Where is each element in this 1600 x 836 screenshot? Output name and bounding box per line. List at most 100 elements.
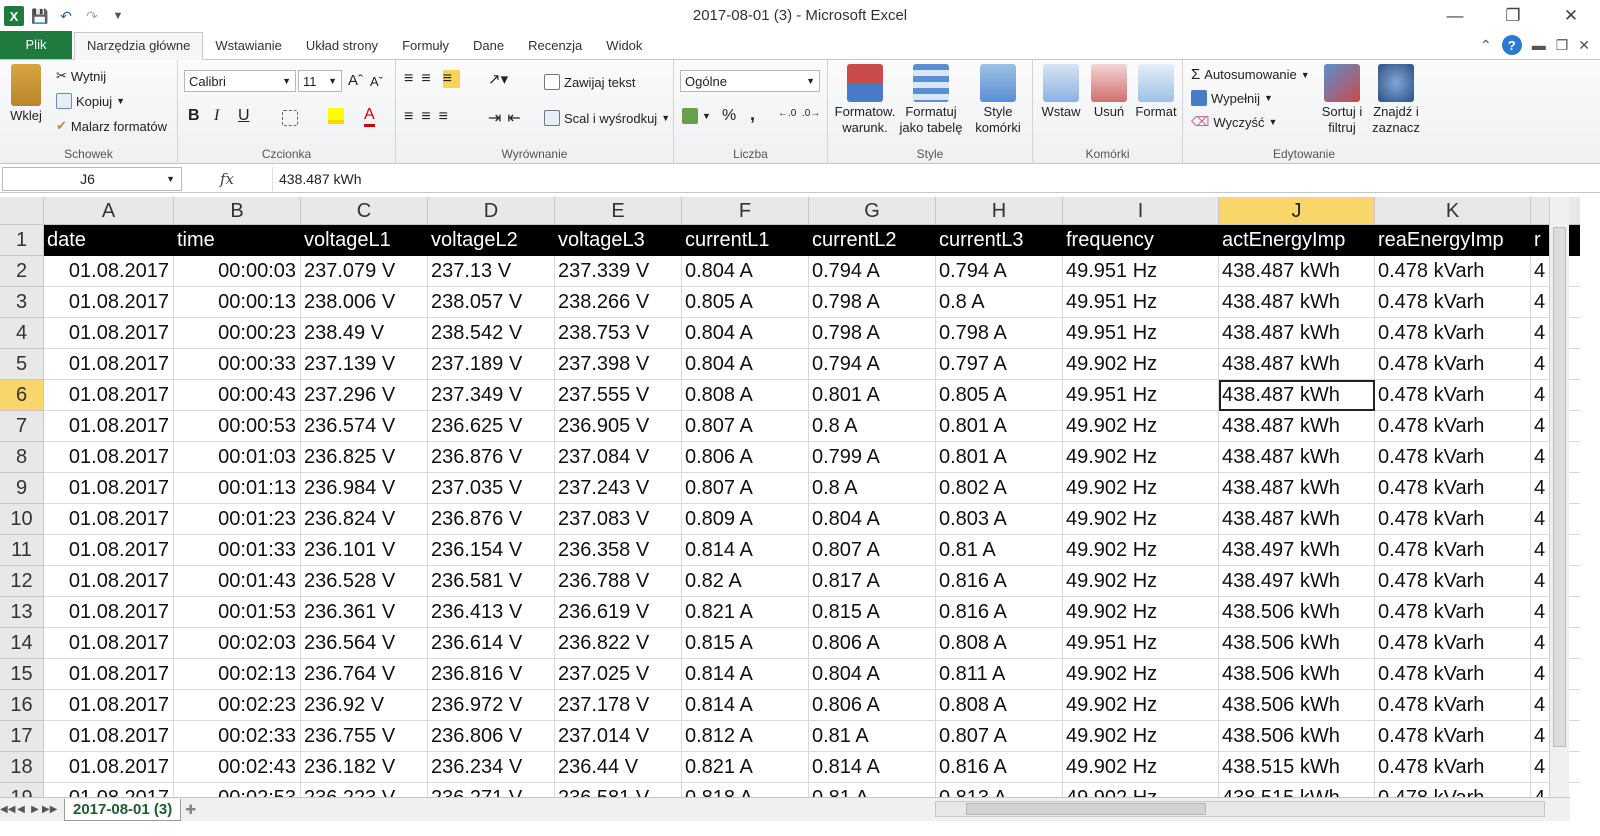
table-cell[interactable]: 0.804 A [809,659,936,690]
table-cell[interactable]: 236.154 V [428,535,555,566]
table-cell[interactable]: 438.487 kWh [1219,442,1375,473]
table-cell[interactable]: 0.813 A [936,783,1063,797]
table-cell[interactable]: 0.804 A [809,504,936,535]
column-header-j[interactable]: J [1219,197,1375,225]
table-cell[interactable]: 0.478 kVarh [1375,473,1531,504]
table-cell[interactable]: 01.08.2017 [44,349,174,380]
table-cell[interactable]: 00:00:03 [174,256,301,287]
table-cell[interactable]: 01.08.2017 [44,659,174,690]
column-header-h[interactable]: H [936,197,1063,225]
font-name-select[interactable]: Calibri ▼ [184,70,296,92]
table-cell[interactable]: 236.755 V [301,721,428,752]
table-cell[interactable]: 0.804 A [682,256,809,287]
table-cell[interactable]: 238.006 V [301,287,428,318]
tab-data[interactable]: Dane [461,33,516,59]
table-cell[interactable]: 0.808 A [936,628,1063,659]
table-cell[interactable]: 0.804 A [682,349,809,380]
table-cell[interactable]: 438.506 kWh [1219,721,1375,752]
table-cell[interactable]: 236.223 V [301,783,428,797]
header-cell[interactable]: time [174,225,301,256]
bold-button[interactable]: B [188,107,200,125]
table-cell[interactable]: 0.478 kVarh [1375,411,1531,442]
horizontal-align-icons[interactable]: ≡≡≡ [404,108,456,126]
table-cell[interactable]: 236.271 V [428,783,555,797]
table-cell[interactable]: 0.478 kVarh [1375,628,1531,659]
table-cell[interactable]: 238.057 V [428,287,555,318]
underline-button[interactable]: U [238,107,250,125]
header-cell[interactable]: actEnergyImp [1219,225,1375,256]
comma-button[interactable]: , [750,104,755,125]
delete-cells-button[interactable]: Usuń [1087,64,1131,120]
header-cell[interactable]: reaEnergyImp [1375,225,1531,256]
table-cell[interactable]: 236.972 V [428,690,555,721]
table-cell[interactable]: 0.821 A [682,752,809,783]
table-cell[interactable]: 0.798 A [809,287,936,318]
first-sheet-icon[interactable]: ◀◀ [0,804,15,815]
table-cell[interactable]: 49.902 Hz [1063,566,1219,597]
row-header[interactable]: 12 [0,566,44,597]
table-cell[interactable]: 0.478 kVarh [1375,380,1531,411]
table-cell[interactable]: 0.478 kVarh [1375,256,1531,287]
table-cell[interactable]: 236.234 V [428,752,555,783]
table-cell[interactable]: 0.82 A [682,566,809,597]
column-header-g[interactable]: G [809,197,936,225]
table-cell[interactable]: 00:00:53 [174,411,301,442]
table-cell[interactable]: 0.815 A [809,597,936,628]
table-cell[interactable]: 0.807 A [936,721,1063,752]
table-cell[interactable]: 49.902 Hz [1063,349,1219,380]
table-cell[interactable]: 237.555 V [555,380,682,411]
table-cell[interactable]: 236.905 V [555,411,682,442]
font-color-icon[interactable]: A [364,106,375,127]
table-cell[interactable]: 49.902 Hz [1063,411,1219,442]
table-cell[interactable]: 01.08.2017 [44,256,174,287]
table-cell[interactable]: 49.902 Hz [1063,597,1219,628]
table-cell[interactable]: 0.804 A [682,318,809,349]
table-cell[interactable]: 236.788 V [555,566,682,597]
table-cell[interactable]: 438.487 kWh [1219,256,1375,287]
table-cell[interactable]: 0.478 kVarh [1375,690,1531,721]
table-cell[interactable]: 236.764 V [301,659,428,690]
table-cell[interactable]: 236.413 V [428,597,555,628]
shrink-font-icon[interactable]: Aˇ [370,74,383,89]
table-cell[interactable]: 236.625 V [428,411,555,442]
table-cell[interactable]: 438.515 kWh [1219,752,1375,783]
find-select-button[interactable]: Znajdź i zaznacz [1369,64,1423,136]
table-cell[interactable]: 237.139 V [301,349,428,380]
table-cell[interactable]: 49.951 Hz [1063,380,1219,411]
table-cell[interactable]: 438.487 kWh [1219,318,1375,349]
table-cell[interactable]: 00:02:23 [174,690,301,721]
table-cell[interactable]: 0.478 kVarh [1375,752,1531,783]
table-cell[interactable]: 0.806 A [682,442,809,473]
table-cell[interactable]: 0.798 A [809,318,936,349]
copy-button[interactable]: Kopiuj ▼ [56,93,125,109]
table-cell[interactable]: 237.398 V [555,349,682,380]
currency-icon[interactable]: ▼ [682,108,711,124]
table-cell[interactable]: 49.951 Hz [1063,318,1219,349]
number-format-select[interactable]: Ogólne ▼ [680,70,820,92]
table-cell[interactable]: 238.266 V [555,287,682,318]
next-sheet-icon[interactable]: ▶ [28,804,42,815]
cell-styles-button[interactable]: Style komórki [966,64,1030,136]
row-header[interactable]: 16 [0,690,44,721]
table-cell[interactable]: 0.81 A [809,783,936,797]
table-cell[interactable]: 01.08.2017 [44,690,174,721]
column-header-i[interactable]: I [1063,197,1219,225]
table-cell[interactable]: 0.478 kVarh [1375,287,1531,318]
tab-formulas[interactable]: Formuły [390,33,461,59]
row-header[interactable]: 10 [0,504,44,535]
close-icon[interactable]: ✕ [1542,0,1600,32]
table-cell[interactable]: 01.08.2017 [44,287,174,318]
table-cell[interactable]: 0.815 A [682,628,809,659]
row-header[interactable]: 3 [0,287,44,318]
table-cell[interactable]: 0.797 A [936,349,1063,380]
table-cell[interactable]: 236.614 V [428,628,555,659]
table-cell[interactable]: 0.808 A [682,380,809,411]
tab-view[interactable]: Widok [594,33,654,59]
table-cell[interactable]: 0.814 A [809,752,936,783]
row-header[interactable]: 11 [0,535,44,566]
table-cell[interactable]: 236.581 V [555,783,682,797]
table-cell[interactable]: 236.824 V [301,504,428,535]
increase-decimal-icon[interactable]: ←.0 [778,108,796,119]
table-cell[interactable]: 0.805 A [936,380,1063,411]
table-cell[interactable]: 49.902 Hz [1063,442,1219,473]
